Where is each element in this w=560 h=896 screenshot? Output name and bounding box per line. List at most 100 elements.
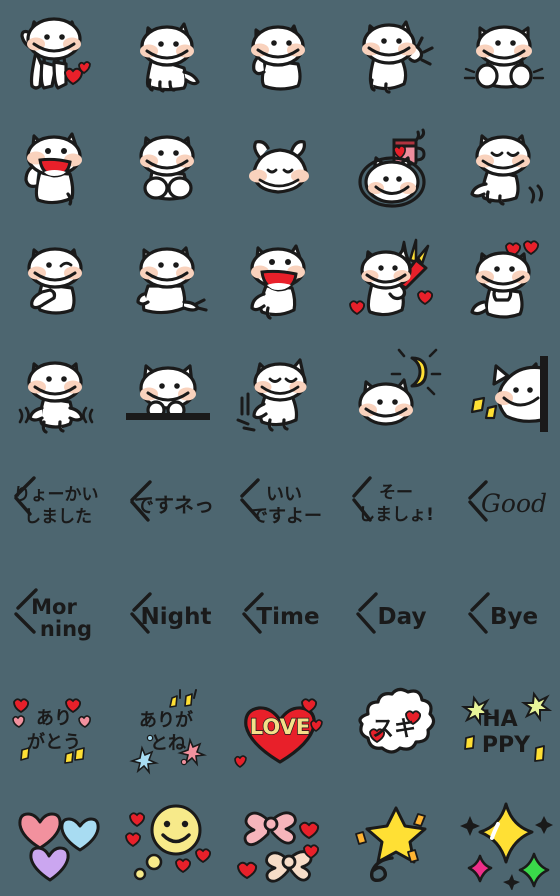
text-line-2: ning bbox=[40, 617, 92, 641]
emoji-cell-12[interactable]: cat-lying-on-belly bbox=[112, 224, 224, 336]
emoji-cell-14[interactable]: cat-with-party-popper bbox=[336, 224, 448, 336]
sparkle-diamonds-icon bbox=[460, 802, 553, 890]
emoji-cell-38[interactable]: ribbon-bows-with-hearts bbox=[224, 784, 336, 896]
emoji-cell-37[interactable]: smiley-face-with-hearts bbox=[112, 784, 224, 896]
ribbon-bows-with-hearts-icon bbox=[236, 811, 320, 883]
emoji-cell-10[interactable]: cat-walking-eyes-closed bbox=[448, 112, 560, 224]
text-happy-sparkles-icon: HA PPY bbox=[460, 691, 553, 762]
emoji-cell-18[interactable]: cat-running-motion-lines bbox=[224, 336, 336, 448]
emoji-cell-32[interactable]: ありがとね ありが とね bbox=[112, 672, 224, 784]
emoji-cell-31[interactable]: ありがとう あり がとう bbox=[0, 672, 112, 784]
cat-with-moon-goodnight-icon bbox=[358, 348, 442, 426]
text-line-2: しましょ! bbox=[358, 505, 434, 525]
text-line-1: Bye bbox=[490, 604, 538, 630]
text-line-2: ですよー bbox=[250, 506, 322, 527]
emoji-cell-29[interactable]: Day Day bbox=[336, 560, 448, 672]
text-ii-desu-yo-icon: いい ですよー bbox=[240, 478, 322, 527]
emoji-sticker-grid: cat-standing-tail-up-with-heart cat-sitt… bbox=[0, 0, 560, 896]
text-line-2: がとう bbox=[27, 731, 81, 753]
cat-standing-tail-up-with-heart-icon bbox=[20, 17, 91, 90]
emoji-cell-22[interactable]: ですネっ ですネっ bbox=[112, 448, 224, 560]
emoji-cell-24[interactable]: そー しましょ! そー しましょ! bbox=[336, 448, 448, 560]
text-time-icon: Time bbox=[242, 592, 320, 634]
emoji-cell-27[interactable]: Night Night bbox=[112, 560, 224, 672]
emoji-cell-4[interactable]: cat-waving-paw bbox=[336, 0, 448, 112]
text-line-1: HA bbox=[482, 707, 517, 732]
emoji-cell-21[interactable]: りょーかい しました りょーかい しました bbox=[0, 448, 112, 560]
cat-both-paws-up-whiskers-icon bbox=[463, 25, 545, 89]
emoji-cell-7[interactable]: cat-paws-together-bow bbox=[112, 112, 224, 224]
cat-waving-paw-icon bbox=[362, 20, 434, 94]
emoji-cell-5[interactable]: cat-both-paws-up-whiskers bbox=[448, 0, 560, 112]
emoji-cell-16[interactable]: cat-shaking-motion-lines bbox=[0, 336, 112, 448]
text-line-1: Time bbox=[256, 604, 319, 630]
text-line-1: スキ bbox=[372, 717, 416, 742]
smiley-face-with-hearts-icon bbox=[125, 804, 212, 881]
cat-walking-eyes-closed-icon bbox=[470, 134, 544, 206]
emoji-cell-1[interactable]: cat-standing-tail-up-with-heart bbox=[0, 0, 112, 112]
cat-winking-pointing-icon bbox=[27, 247, 83, 315]
text-morning-icon: Mor ning bbox=[14, 588, 92, 641]
emoji-cell-15[interactable]: cat-praying-with-hearts bbox=[448, 224, 560, 336]
text-line-1: りょーかい bbox=[14, 485, 99, 505]
text-line-1: ありが bbox=[139, 709, 193, 731]
emoji-cell-19[interactable]: cat-with-moon-goodnight bbox=[336, 336, 448, 448]
cat-sitting-smiling-icon bbox=[140, 22, 200, 93]
emoji-cell-2[interactable]: cat-sitting-smiling bbox=[112, 0, 224, 112]
emoji-cell-11[interactable]: cat-winking-pointing bbox=[0, 224, 112, 336]
cat-turning-head-left-icon bbox=[251, 24, 305, 91]
text-line-1: Night bbox=[141, 604, 212, 630]
cat-laughing-open-mouth-icon bbox=[24, 132, 82, 206]
text-night-icon: Night bbox=[130, 592, 212, 634]
cat-big-open-mouth-happy-icon bbox=[250, 244, 306, 320]
cat-shaking-motion-lines-icon bbox=[18, 361, 94, 434]
emoji-cell-20[interactable]: cat-peeking-from-wall bbox=[448, 336, 560, 448]
cat-peeking-over-ledge-icon bbox=[126, 364, 210, 420]
text-line-1: ですネっ bbox=[134, 493, 214, 517]
emoji-cell-34[interactable]: スキ スキ bbox=[336, 672, 448, 784]
text-love-heart-icon: LOVE bbox=[234, 698, 323, 768]
cat-running-motion-lines-icon bbox=[236, 358, 307, 432]
text-line-1: LOVE bbox=[250, 715, 311, 739]
text-good-icon: Good bbox=[468, 480, 547, 522]
shooting-star-wand-icon bbox=[355, 806, 427, 883]
emoji-cell-3[interactable]: cat-turning-head-left bbox=[224, 0, 336, 112]
text-line-1: いい bbox=[266, 484, 302, 505]
emoji-cell-35[interactable]: HAPPY HA PPY bbox=[448, 672, 560, 784]
text-desu-ne-icon: ですネっ bbox=[130, 480, 214, 522]
text-day-icon: Day bbox=[356, 592, 427, 634]
emoji-cell-6[interactable]: cat-laughing-open-mouth bbox=[0, 112, 112, 224]
three-hearts-pink-blue-purple-icon bbox=[18, 812, 100, 882]
emoji-cell-13[interactable]: cat-big-open-mouth-happy bbox=[224, 224, 336, 336]
text-line-1: Day bbox=[378, 604, 427, 630]
text-line-1: Good bbox=[481, 489, 547, 518]
emoji-cell-26[interactable]: Mor ning Mor ning bbox=[0, 560, 112, 672]
text-suki-cloud-icon: スキ bbox=[358, 687, 436, 754]
emoji-cell-25[interactable]: Good Good bbox=[448, 448, 560, 560]
emoji-cell-17[interactable]: cat-peeking-over-ledge bbox=[112, 336, 224, 448]
emoji-cell-39[interactable]: shooting-star-wand bbox=[336, 784, 448, 896]
emoji-cell-36[interactable]: three-hearts-pink-blue-purple bbox=[0, 784, 112, 896]
cat-peeking-from-wall-icon bbox=[470, 356, 548, 432]
text-line-2: とね bbox=[150, 733, 186, 754]
emoji-cell-9[interactable]: cat-in-bath-with-coffee-cup bbox=[336, 112, 448, 224]
emoji-cell-30[interactable]: Bye Bye bbox=[448, 560, 560, 672]
text-so-shimasho-icon: そー しましょ! bbox=[352, 476, 434, 525]
emoji-cell-40[interactable]: sparkle-diamonds bbox=[448, 784, 560, 896]
cat-bowing-down-icon bbox=[249, 140, 309, 194]
cat-with-party-popper-icon bbox=[349, 238, 434, 317]
text-bye-icon: Bye bbox=[468, 592, 538, 634]
cat-praying-with-hearts-icon bbox=[470, 240, 540, 319]
text-line-1: Mor bbox=[31, 595, 77, 619]
emoji-cell-8[interactable]: cat-bowing-down bbox=[224, 112, 336, 224]
text-arigatou-hearts-icon: あり がとう bbox=[12, 698, 91, 764]
text-line-2: しました bbox=[24, 507, 92, 527]
emoji-cell-28[interactable]: Time Time bbox=[224, 560, 336, 672]
cat-in-bath-with-coffee-cup-icon bbox=[358, 128, 426, 208]
text-line-1: あり bbox=[36, 708, 72, 729]
cat-lying-on-belly-icon bbox=[136, 246, 208, 315]
emoji-cell-23[interactable]: いい ですよー いい ですよー bbox=[224, 448, 336, 560]
cat-paws-together-bow-icon bbox=[139, 135, 195, 201]
emoji-cell-33[interactable]: LOVE LOVE bbox=[224, 672, 336, 784]
text-line-1: そー bbox=[379, 483, 413, 503]
